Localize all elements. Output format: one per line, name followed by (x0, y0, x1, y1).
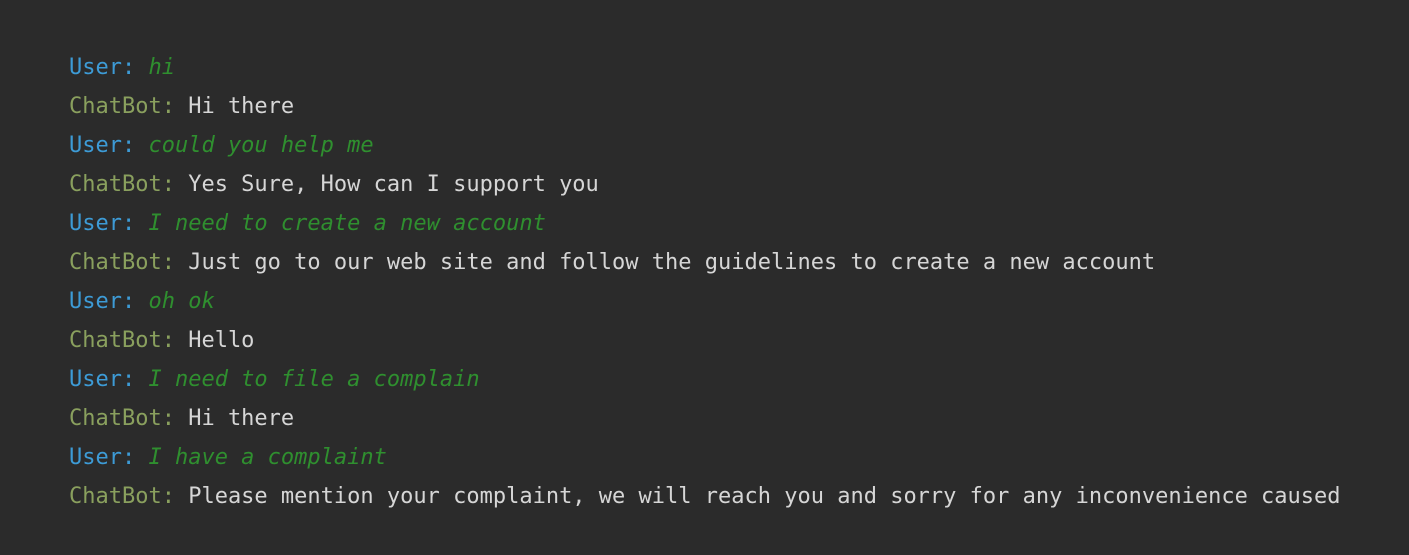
user-label: User: (68, 367, 136, 392)
chatbot-message: Hello (188, 328, 255, 353)
user-message: could you help me (148, 133, 374, 158)
chatbot-label: ChatBot: (68, 328, 175, 353)
console-line-chatbot: ChatBot: Hello (16, 282, 1409, 353)
console-line-user: User: hi (16, 9, 1409, 80)
user-label: User: (68, 211, 136, 236)
chatbot-message: Just go to our web site and follow the g… (188, 250, 1156, 275)
user-label: User: (68, 445, 136, 470)
chatbot-label: ChatBot: (68, 406, 175, 431)
user-label: User: (68, 133, 136, 158)
user-message: oh ok (148, 289, 215, 314)
chatbot-label: ChatBot: (68, 250, 175, 275)
console-output[interactable]: User: hi ChatBot: Hi there User: could y… (16, 9, 1409, 509)
user-message: I need to create a new account (148, 211, 546, 236)
user-message: I need to file a complain (148, 367, 480, 392)
chatbot-label: ChatBot: (68, 94, 175, 119)
user-label: User: (68, 55, 136, 80)
user-message: I have a complaint (148, 445, 387, 470)
user-label: User: (68, 289, 136, 314)
user-message: hi (148, 55, 175, 80)
chatbot-label: ChatBot: (68, 172, 175, 197)
console-line-chatbot: ChatBot: Hi there (16, 48, 1409, 119)
chatbot-message: Hi there (188, 406, 295, 431)
chatbot-message: Yes Sure, How can I support you (188, 172, 599, 197)
chatbot-message: Hi there (188, 94, 295, 119)
